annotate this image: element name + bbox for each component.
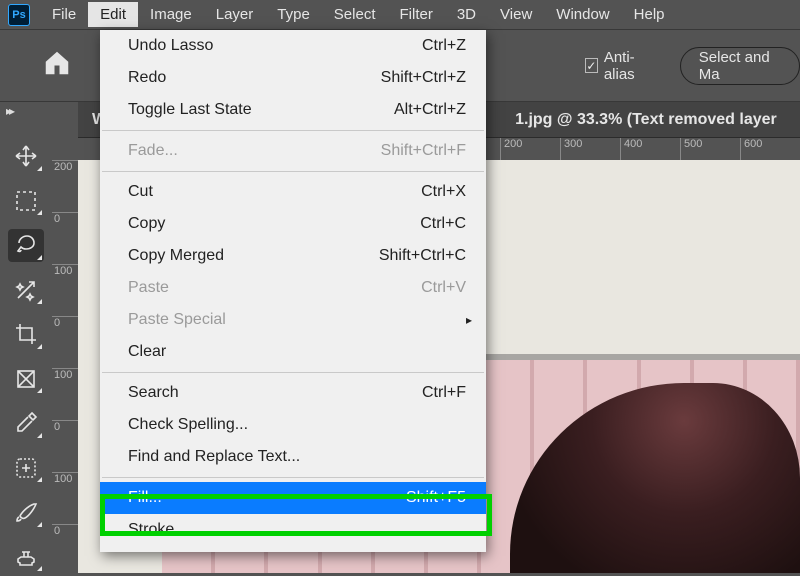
crop-tool[interactable] [8,318,44,351]
menu-item-stroke[interactable]: Stroke... [100,514,486,546]
magic-wand-tool[interactable] [8,274,44,307]
menu-window[interactable]: Window [544,2,621,27]
doc-title-suffix: 1.jpg @ 33.3% (Text removed layer [515,111,777,129]
menu-item-paste-special: Paste Special [100,304,486,336]
lasso-tool[interactable] [8,229,44,262]
frame-tool[interactable] [8,363,44,396]
antialias-checkbox[interactable]: ✓ Anti-alias [585,49,656,83]
menu-image[interactable]: Image [138,2,204,27]
panel-collapse-chevrons[interactable]: ▸▸ [6,104,12,118]
menu-bar: Ps FileEditImageLayerTypeSelectFilter3DV… [0,0,800,30]
menu-item-undo-lasso[interactable]: Undo LassoCtrl+Z [100,30,486,62]
select-and-mask-button[interactable]: Select and Ma [680,47,800,85]
menu-item-toggle-last-state[interactable]: Toggle Last StateAlt+Ctrl+Z [100,94,486,126]
ruler-vertical: 2000100010001000 [52,160,78,573]
menu-help[interactable]: Help [622,2,677,27]
menu-3d[interactable]: 3D [445,2,488,27]
menu-layer[interactable]: Layer [204,2,266,27]
menu-item-redo[interactable]: RedoShift+Ctrl+Z [100,62,486,94]
menu-item-copy[interactable]: CopyCtrl+C [100,208,486,240]
menu-item-find-and-replace-text[interactable]: Find and Replace Text... [100,441,486,473]
menu-item-clear[interactable]: Clear [100,336,486,368]
healing-brush-tool[interactable] [8,452,44,485]
edit-menu-dropdown: Undo LassoCtrl+ZRedoShift+Ctrl+ZToggle L… [100,30,486,552]
menu-select[interactable]: Select [322,2,388,27]
menu-type[interactable]: Type [265,2,322,27]
brush-tool[interactable] [8,496,44,529]
antialias-label: Anti-alias [604,49,656,83]
menu-item-fill[interactable]: Fill...Shift+F5 [100,482,486,514]
menu-item-paste: PasteCtrl+V [100,272,486,304]
menu-item-check-spelling[interactable]: Check Spelling... [100,409,486,441]
menu-item-search[interactable]: SearchCtrl+F [100,377,486,409]
home-icon[interactable] [42,48,73,84]
move-tool[interactable] [8,140,44,173]
app-logo[interactable]: Ps [8,4,30,26]
marquee-tool[interactable] [8,185,44,218]
eyedropper-tool[interactable] [8,407,44,440]
menu-file[interactable]: File [40,2,88,27]
check-icon: ✓ [585,58,598,73]
tool-bar [0,130,52,573]
menu-edit[interactable]: Edit [88,2,138,27]
menu-view[interactable]: View [488,2,544,27]
clone-stamp-tool[interactable] [8,541,44,574]
menu-filter[interactable]: Filter [388,2,445,27]
menu-item-copy-merged[interactable]: Copy MergedShift+Ctrl+C [100,240,486,272]
menu-item-cut[interactable]: CutCtrl+X [100,176,486,208]
menu-item-fade: Fade...Shift+Ctrl+F [100,135,486,167]
